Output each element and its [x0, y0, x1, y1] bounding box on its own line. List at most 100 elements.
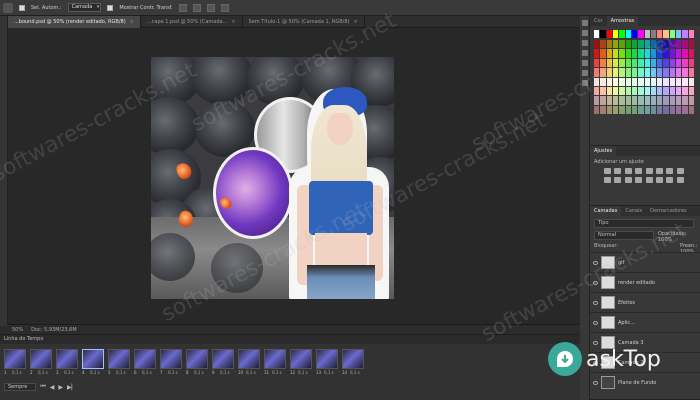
color-swatch[interactable] [663, 30, 669, 38]
close-icon[interactable]: × [130, 16, 134, 28]
color-swatch[interactable] [594, 30, 600, 38]
color-swatch[interactable] [612, 96, 619, 105]
threshold-icon[interactable] [655, 177, 663, 183]
tab-channels[interactable]: Canais [621, 206, 646, 216]
color-swatch[interactable] [638, 58, 644, 68]
channel-mixer-icon[interactable] [614, 177, 622, 183]
color-swatch[interactable] [638, 86, 644, 96]
color-swatch[interactable] [600, 96, 606, 105]
color-swatch[interactable] [650, 30, 657, 38]
play-button[interactable]: ▶ [58, 384, 63, 391]
color-swatch[interactable] [631, 49, 638, 58]
color-swatch[interactable] [606, 58, 612, 68]
color-swatch[interactable] [638, 96, 644, 105]
layer-kind-filter[interactable]: Tipo [594, 219, 694, 228]
color-swatch[interactable] [657, 105, 663, 114]
color-swatch[interactable] [676, 58, 682, 68]
color-swatch[interactable] [612, 58, 619, 68]
color-swatch[interactable] [676, 77, 682, 86]
color-swatch[interactable] [669, 40, 676, 49]
color-swatch[interactable] [625, 58, 631, 68]
color-swatch[interactable] [619, 30, 625, 38]
frame-delay[interactable]: 0,1 s [194, 370, 204, 375]
color-swatch[interactable] [669, 77, 676, 86]
timeline-frame[interactable]: 11 0,1 s [264, 349, 286, 377]
color-swatch[interactable] [682, 77, 688, 86]
color-swatch[interactable] [594, 105, 600, 114]
tab-document-2[interactable]: ...capa 1.psd @ 50% (Camada... × [141, 16, 243, 28]
color-swatch[interactable] [650, 49, 657, 58]
exposure-icon[interactable] [635, 168, 643, 174]
navigator-icon[interactable] [582, 80, 588, 86]
color-swatch[interactable] [619, 77, 625, 86]
color-swatch[interactable] [600, 49, 606, 58]
photo-filter-icon[interactable] [604, 177, 611, 183]
color-swatch[interactable] [669, 86, 676, 96]
color-swatch[interactable] [657, 40, 663, 49]
color-swatch[interactable] [612, 77, 619, 86]
layer-select-dropdown[interactable]: Camada [67, 3, 102, 12]
color-swatch[interactable] [650, 86, 657, 96]
color-swatch[interactable] [631, 77, 638, 86]
color-swatch[interactable] [650, 68, 657, 77]
color-swatch[interactable] [600, 30, 606, 38]
color-swatch[interactable] [688, 49, 694, 58]
color-swatch[interactable] [594, 77, 600, 86]
color-lookup-icon[interactable] [624, 177, 632, 183]
move-tool-icon[interactable] [3, 2, 13, 13]
loop-select[interactable]: Sempre [4, 383, 37, 391]
opacity-field[interactable]: Opacidade: 100% [658, 231, 700, 243]
color-swatch[interactable] [631, 30, 638, 38]
color-swatch[interactable] [644, 77, 650, 86]
color-swatch[interactable] [663, 68, 669, 77]
color-swatch[interactable] [606, 77, 612, 86]
color-swatch[interactable] [644, 105, 650, 114]
color-swatch[interactable] [600, 58, 606, 68]
frame-delay[interactable]: 0,1 s [272, 370, 282, 375]
gradient-map-icon[interactable] [666, 177, 674, 183]
color-swatch[interactable] [606, 96, 612, 105]
color-swatch[interactable] [644, 30, 650, 38]
color-swatch[interactable] [631, 105, 638, 114]
frame-delay[interactable]: 0,1 s [142, 370, 152, 375]
color-swatch[interactable] [657, 77, 663, 86]
color-swatch[interactable] [612, 105, 619, 114]
color-swatch[interactable] [625, 30, 631, 38]
frame-delay[interactable]: 0,1 s [324, 370, 334, 375]
color-swatch[interactable] [600, 77, 606, 86]
color-swatch[interactable] [682, 68, 688, 77]
frame-delay[interactable]: 0,1 s [90, 370, 100, 375]
color-swatch[interactable] [650, 77, 657, 86]
color-swatch[interactable] [682, 86, 688, 96]
color-swatch[interactable] [676, 105, 682, 114]
eye-icon[interactable] [593, 380, 598, 385]
tab-document-3[interactable]: Sem Título-1 @ 50% (Camada 1, RGB/8) × [243, 16, 365, 28]
color-swatch[interactable] [594, 96, 600, 105]
color-swatch[interactable] [682, 96, 688, 105]
color-swatch[interactable] [676, 96, 682, 105]
timeline-frame[interactable]: 7 0,1 s [160, 349, 182, 377]
color-swatch[interactable] [600, 40, 606, 49]
color-swatch[interactable] [594, 86, 600, 96]
timeline-frame[interactable]: 9 0,1 s [212, 349, 234, 377]
invert-icon[interactable] [635, 177, 643, 183]
color-swatch[interactable] [619, 68, 625, 77]
tab-color[interactable]: Cor [590, 16, 607, 26]
color-swatch[interactable] [625, 40, 631, 49]
align-right-button[interactable] [206, 3, 215, 12]
frame-delay[interactable]: 0,1 s [298, 370, 308, 375]
timeline-frame[interactable]: 14 0,1 s [342, 349, 364, 377]
color-swatch[interactable] [606, 49, 612, 58]
color-swatch[interactable] [600, 68, 606, 77]
eye-icon[interactable] [593, 320, 598, 325]
color-swatch[interactable] [631, 96, 638, 105]
color-swatch[interactable] [669, 96, 676, 105]
color-swatch[interactable] [612, 86, 619, 96]
tab-paths[interactable]: Demarcadores [646, 206, 690, 216]
auto-select-checkbox[interactable] [19, 4, 25, 11]
next-frame-button[interactable]: ▶▏ [67, 384, 76, 391]
brush-icon[interactable] [582, 40, 588, 46]
paragraph-icon[interactable] [582, 60, 588, 66]
color-swatch[interactable] [644, 58, 650, 68]
properties-icon[interactable] [582, 30, 588, 36]
